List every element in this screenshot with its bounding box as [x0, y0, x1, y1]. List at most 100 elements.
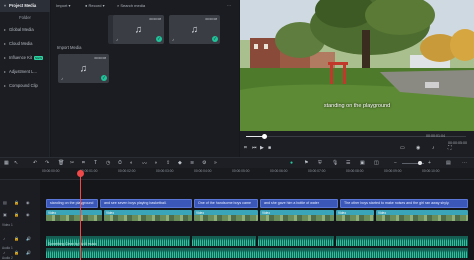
- eye-icon[interactable]: ◉: [26, 200, 30, 205]
- video-clip[interactable]: Video: [104, 210, 192, 221]
- text-track-icon[interactable]: ▤: [3, 200, 7, 205]
- color-icon[interactable]: ◐: [130, 160, 133, 166]
- crop-icon[interactable]: ⌗: [244, 145, 247, 151]
- timer-icon[interactable]: ⏱: [118, 160, 122, 166]
- screen-icon[interactable]: ▭: [400, 145, 405, 151]
- subtitle-clip[interactable]: One of the handsome boys came: [194, 199, 258, 208]
- undo-icon[interactable]: ↶: [33, 160, 37, 166]
- preview-video[interactable]: standing on the playground: [240, 0, 474, 131]
- audio-clip[interactable]: [258, 236, 334, 246]
- eye-icon[interactable]: ◉: [26, 212, 30, 217]
- text-icon[interactable]: T: [94, 160, 97, 166]
- playhead-handle[interactable]: [77, 170, 84, 177]
- play-icon[interactable]: ▶: [260, 145, 264, 151]
- subtitle-clip[interactable]: standing on the playground: [46, 199, 98, 208]
- subtitle-clip[interactable]: The other boys started to make noises an…: [340, 199, 468, 208]
- audio-clip[interactable]: [192, 236, 256, 246]
- audio-clip[interactable]: [336, 236, 468, 246]
- playhead-line[interactable]: [80, 170, 81, 260]
- zoom-out-icon[interactable]: −: [394, 160, 397, 166]
- audio-wave-icon[interactable]: 〰: [142, 160, 147, 167]
- import-dropdown[interactable]: Import ▾: [56, 2, 70, 9]
- split-screen-icon[interactable]: ◫: [374, 160, 379, 166]
- lock-icon[interactable]: 🔒: [14, 236, 19, 241]
- media-thumbnail-audio-2[interactable]: 00:00:08 ♫ ♪ ✓: [169, 15, 220, 44]
- pointer-icon[interactable]: ↖: [14, 160, 18, 166]
- search-input[interactable]: ⌕ Search media: [117, 2, 145, 9]
- zoom-in-icon[interactable]: +: [428, 160, 431, 166]
- sidebar-item-global-media[interactable]: ▸ Global Media: [0, 24, 50, 36]
- subtitle-clip[interactable]: and see seven boys playing basketball.: [100, 199, 192, 208]
- crop-icon[interactable]: ⌗: [82, 160, 85, 166]
- export-icon[interactable]: ⇪: [166, 160, 170, 166]
- video-clip[interactable]: Video: [260, 210, 334, 221]
- lock-icon[interactable]: 🔒: [14, 200, 19, 205]
- volume-icon[interactable]: 🔊: [26, 236, 31, 241]
- record-icon: ●: [85, 3, 88, 8]
- track-label-audio-2: Audio 2: [2, 256, 13, 260]
- track-head-subtitle: ▤ 🔒 ◉: [0, 200, 40, 209]
- step-back-icon[interactable]: ⏮: [252, 145, 257, 151]
- subtitle-clip[interactable]: and she gave him a bottle of water: [260, 199, 338, 208]
- settings-icon[interactable]: ⚙: [202, 160, 206, 166]
- ruler-label: 00:00:00:00: [42, 169, 60, 173]
- keyframe-icon[interactable]: ◆: [178, 160, 182, 166]
- video-clip[interactable]: Video: [336, 210, 374, 221]
- music-clip-label: Something Clean by By-ill music: [48, 242, 97, 246]
- delete-icon[interactable]: 🗑: [58, 160, 64, 166]
- shield-icon[interactable]: ⛨: [318, 160, 322, 166]
- ruler-label: 00:00:02:00: [118, 169, 136, 173]
- zoom-slider-handle[interactable]: [418, 161, 422, 165]
- timeline-tracks[interactable]: standing on the playground and see seven…: [40, 180, 474, 260]
- camera-icon[interactable]: ◉: [416, 145, 420, 151]
- check-icon: ✓: [156, 36, 162, 42]
- expand-icon[interactable]: »: [214, 160, 217, 166]
- ruler-label: 00:00:09:00: [384, 169, 402, 173]
- sidebar-item-folder[interactable]: Folder: [0, 13, 50, 22]
- redo-icon[interactable]: ↷: [45, 160, 49, 166]
- sidebar-item-cloud-media[interactable]: ▸ Cloud Media: [0, 38, 50, 50]
- chevron-right-icon: ▸: [4, 69, 7, 74]
- sidebar-item-compound-clip[interactable]: ▸ Compound Clip: [0, 80, 50, 92]
- media-thumbnail-audio-3[interactable]: 00:00:08 ♫ ♪ ✓: [58, 54, 109, 83]
- motion-icon[interactable]: ≋: [190, 160, 194, 166]
- sidebar-item-adjustment-layer[interactable]: ▸ Adjustment L...: [0, 66, 50, 78]
- chevron-down-icon: ▾: [4, 3, 7, 8]
- music-note-icon: ♫: [190, 24, 199, 35]
- audio-track-icon[interactable]: ♪: [3, 236, 5, 241]
- layout-icon[interactable]: ▤: [446, 160, 451, 166]
- lock-icon[interactable]: 🔒: [14, 250, 19, 255]
- image-icon[interactable]: ▣: [360, 160, 365, 166]
- video-clip[interactable]: Video: [376, 210, 468, 221]
- media-thumbnail-audio-1[interactable]: 00:00:08 ♫ ♪ ✓: [113, 15, 164, 44]
- lock-icon[interactable]: 🔒: [14, 212, 19, 217]
- more-options-icon[interactable]: ⋯: [227, 2, 231, 9]
- video-track-icon[interactable]: ▣: [3, 212, 7, 217]
- more-options-icon[interactable]: ⋯: [462, 160, 467, 166]
- preview-scrubber-handle[interactable]: [262, 134, 267, 139]
- mask-icon[interactable]: ◑: [154, 160, 157, 166]
- music-clip[interactable]: [46, 248, 468, 258]
- audio-track-icon[interactable]: ♪: [3, 250, 5, 255]
- volume-icon[interactable]: ♪: [432, 145, 435, 151]
- ruler-label: 00:00:03:00: [156, 169, 174, 173]
- fullscreen-icon[interactable]: ⛶: [448, 145, 452, 151]
- timeline-ruler[interactable]: 00:00:00:00 00:00:01:00 00:00:02:00 00:0…: [0, 168, 474, 180]
- volume-icon[interactable]: 🔊: [26, 250, 31, 255]
- marker-icon[interactable]: ⚑: [304, 160, 308, 166]
- sidebar-item-influence-kit[interactable]: ▸ Influence Kit NEW: [0, 52, 50, 64]
- grid-icon[interactable]: ▦: [4, 160, 9, 166]
- chevron-right-icon: ▸: [4, 27, 7, 32]
- sidebar-item-project-media[interactable]: ▾ Project Media: [0, 0, 50, 12]
- stop-icon[interactable]: ■: [268, 145, 271, 151]
- record-dropdown[interactable]: ● Record ▾: [85, 2, 105, 9]
- video-clip[interactable]: Video: [194, 210, 258, 221]
- ruler-label: 00:00:10:00: [422, 169, 440, 173]
- ai-icon[interactable]: ●: [290, 160, 293, 166]
- preview-subtitle: standing on the playground: [323, 103, 391, 109]
- split-icon[interactable]: ✂: [70, 160, 74, 166]
- speed-icon[interactable]: ◷: [106, 160, 110, 166]
- video-clip[interactable]: Video: [46, 210, 102, 221]
- mic-icon[interactable]: 🎙: [332, 160, 338, 166]
- list-icon[interactable]: ☰: [346, 160, 350, 166]
